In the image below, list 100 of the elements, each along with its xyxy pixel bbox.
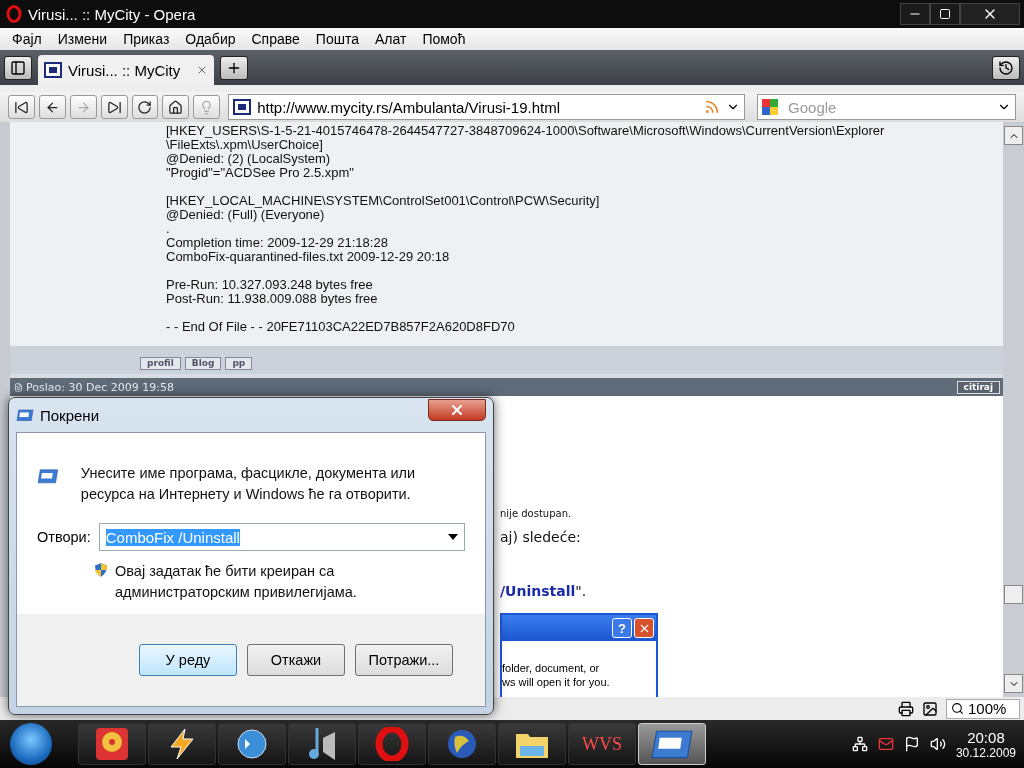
taskbar-button[interactable] bbox=[218, 723, 286, 765]
taskbar-button[interactable] bbox=[148, 723, 216, 765]
taskbar-button[interactable] bbox=[288, 723, 356, 765]
post-text-line: - - End Of File - - 20FE71103CA22ED7B857F2A620D8FD70 bbox=[166, 320, 516, 335]
site-icon bbox=[233, 99, 252, 115]
home-button[interactable] bbox=[162, 95, 190, 119]
post-text: nije dostupan. bbox=[500, 508, 573, 519]
menu-item[interactable]: Одабир bbox=[177, 31, 244, 47]
window-text: ws will open it for you. bbox=[502, 675, 611, 689]
rewind-button[interactable] bbox=[8, 95, 35, 119]
run-icon bbox=[650, 728, 694, 760]
menu-item[interactable]: Измени bbox=[49, 31, 116, 47]
history-icon bbox=[998, 60, 1014, 76]
network-icon[interactable] bbox=[851, 736, 868, 752]
back-button[interactable] bbox=[38, 95, 66, 119]
help-button[interactable]: ? bbox=[612, 618, 632, 638]
run-icon bbox=[16, 408, 34, 422]
volume-icon[interactable] bbox=[929, 736, 946, 752]
home-icon bbox=[168, 99, 184, 115]
panel-icon bbox=[10, 60, 26, 76]
fast-forward-button[interactable] bbox=[100, 95, 128, 119]
zoom-button[interactable]: 100% bbox=[946, 698, 1020, 719]
site-icon bbox=[44, 62, 62, 78]
search-field[interactable]: Google bbox=[757, 94, 1017, 120]
back-icon bbox=[44, 99, 60, 115]
post-link-button[interactable]: Blog bbox=[184, 357, 222, 371]
close-button[interactable] bbox=[960, 3, 1020, 25]
dialog-button[interactable]: Потражи... bbox=[355, 644, 453, 676]
open-label: Отвори: bbox=[37, 529, 91, 545]
search-engine-icon bbox=[762, 99, 779, 115]
magnifier-icon bbox=[951, 702, 964, 715]
menu-item[interactable]: Приказ bbox=[115, 31, 178, 47]
post-icon bbox=[14, 382, 23, 392]
post-text-line: [HKEY_USERS\S-1-5-21-4015746478-2644547727-3848709624-1000\Software\Microsoft\Windows\CurrentVersion\Explorer bbox=[166, 124, 886, 139]
close-button[interactable] bbox=[428, 399, 486, 421]
dialog-button[interactable]: Откажи bbox=[247, 644, 345, 676]
mail-icon[interactable] bbox=[877, 736, 894, 752]
clock[interactable]: 20:08 30.12.2009 bbox=[955, 728, 1016, 760]
start-button[interactable] bbox=[10, 723, 52, 765]
menu-item[interactable]: Справе bbox=[243, 31, 308, 47]
history-button[interactable] bbox=[992, 56, 1020, 80]
command-text: /Uninstall bbox=[500, 583, 576, 599]
post-link-button[interactable]: profil bbox=[140, 357, 181, 371]
window-text: folder, document, or bbox=[502, 661, 601, 675]
post-text-line: Post-Run: 11.938.009.088 bytes free bbox=[166, 292, 379, 307]
scrollbar[interactable] bbox=[1003, 122, 1024, 697]
menu-item[interactable]: Помоћ bbox=[414, 31, 474, 47]
rss-icon[interactable] bbox=[704, 99, 721, 115]
post-text-line: \FileExts\.xpm\UserChoice] bbox=[166, 138, 323, 153]
tab-label: Virusi... :: MyCity bbox=[68, 61, 182, 79]
address-field[interactable]: http://www.mycity.rs/Ambulanta/Virusi-19.html bbox=[228, 94, 746, 120]
new-tab-button[interactable] bbox=[220, 56, 248, 80]
maximize-icon bbox=[939, 8, 951, 20]
maximize-button[interactable] bbox=[930, 3, 960, 25]
post-text-line: . bbox=[166, 222, 171, 237]
dialog-button[interactable]: У реду bbox=[139, 644, 237, 676]
post-text-line: [HKEY_LOCAL_MACHINE\SYSTEM\ControlSet001\Control\PCW\Security] bbox=[166, 194, 601, 209]
post-text: aj) sledeće: bbox=[500, 529, 582, 545]
post-text-line: Completion time: 2009-12-29 21:18:28 bbox=[166, 236, 389, 251]
image-icon[interactable] bbox=[922, 700, 938, 717]
taskbar-button[interactable] bbox=[498, 723, 566, 765]
post-text-line: "Progid"="ACDSee Pro 2.5.xpm" bbox=[166, 166, 355, 181]
menu-item[interactable]: Алат bbox=[366, 31, 415, 47]
panel-toggle-button[interactable] bbox=[4, 56, 32, 80]
dialog-description: Унесите име програма, фасцикле, документа или ресурса на Интернету и Windows ће га отворити. bbox=[80, 464, 417, 504]
window-title: Virusi... :: MyCity - Opera bbox=[28, 5, 197, 23]
minimize-button[interactable] bbox=[900, 3, 930, 25]
rewind-icon bbox=[13, 99, 29, 115]
scroll-down-button[interactable] bbox=[1004, 674, 1023, 693]
dialog-title: Покрени bbox=[40, 406, 101, 424]
reload-icon bbox=[137, 99, 153, 115]
close-icon bbox=[449, 402, 465, 418]
quote-button[interactable]: citiraj bbox=[956, 380, 1000, 394]
flag-icon[interactable] bbox=[903, 736, 920, 752]
scroll-thumb[interactable] bbox=[1004, 585, 1023, 604]
dropdown-icon[interactable] bbox=[448, 534, 458, 540]
post-text-line: ComboFix-quarantined-files.txt 2009-12-29 20:18 bbox=[166, 250, 451, 265]
post-text-line: @Denied: (Full) (Everyone) bbox=[166, 208, 325, 223]
taskbar-button[interactable] bbox=[428, 723, 496, 765]
post-link-button[interactable]: pp bbox=[225, 357, 253, 371]
menu-item[interactable]: Пошта bbox=[307, 31, 367, 47]
taskbar-button[interactable]: WVS bbox=[568, 723, 636, 765]
forward-icon bbox=[75, 99, 91, 115]
music-speaker-icon bbox=[309, 728, 335, 760]
post-date: Poslao: 30 Dec 2009 19:58 bbox=[26, 380, 174, 394]
globe-icon bbox=[445, 727, 479, 761]
fast-forward-icon bbox=[106, 99, 122, 115]
close-icon[interactable] bbox=[196, 64, 208, 76]
taskbar-button[interactable] bbox=[78, 723, 146, 765]
reload-button[interactable] bbox=[131, 95, 159, 119]
scroll-up-button[interactable] bbox=[1004, 126, 1023, 145]
opera-icon bbox=[6, 5, 22, 23]
shield-icon bbox=[95, 561, 108, 579]
post-text: ". bbox=[575, 583, 587, 599]
menu-item[interactable]: Фајл bbox=[4, 31, 50, 47]
post-text-line: @Denied: (2) (LocalSystem) bbox=[166, 152, 332, 167]
uac-note: Овај задатак ће бити креиран са администраторским привилегијама. bbox=[115, 562, 358, 602]
opera-icon bbox=[375, 727, 409, 761]
browser-tab[interactable]: Virusi... :: MyCity bbox=[38, 55, 214, 85]
printer-icon[interactable] bbox=[898, 700, 914, 717]
